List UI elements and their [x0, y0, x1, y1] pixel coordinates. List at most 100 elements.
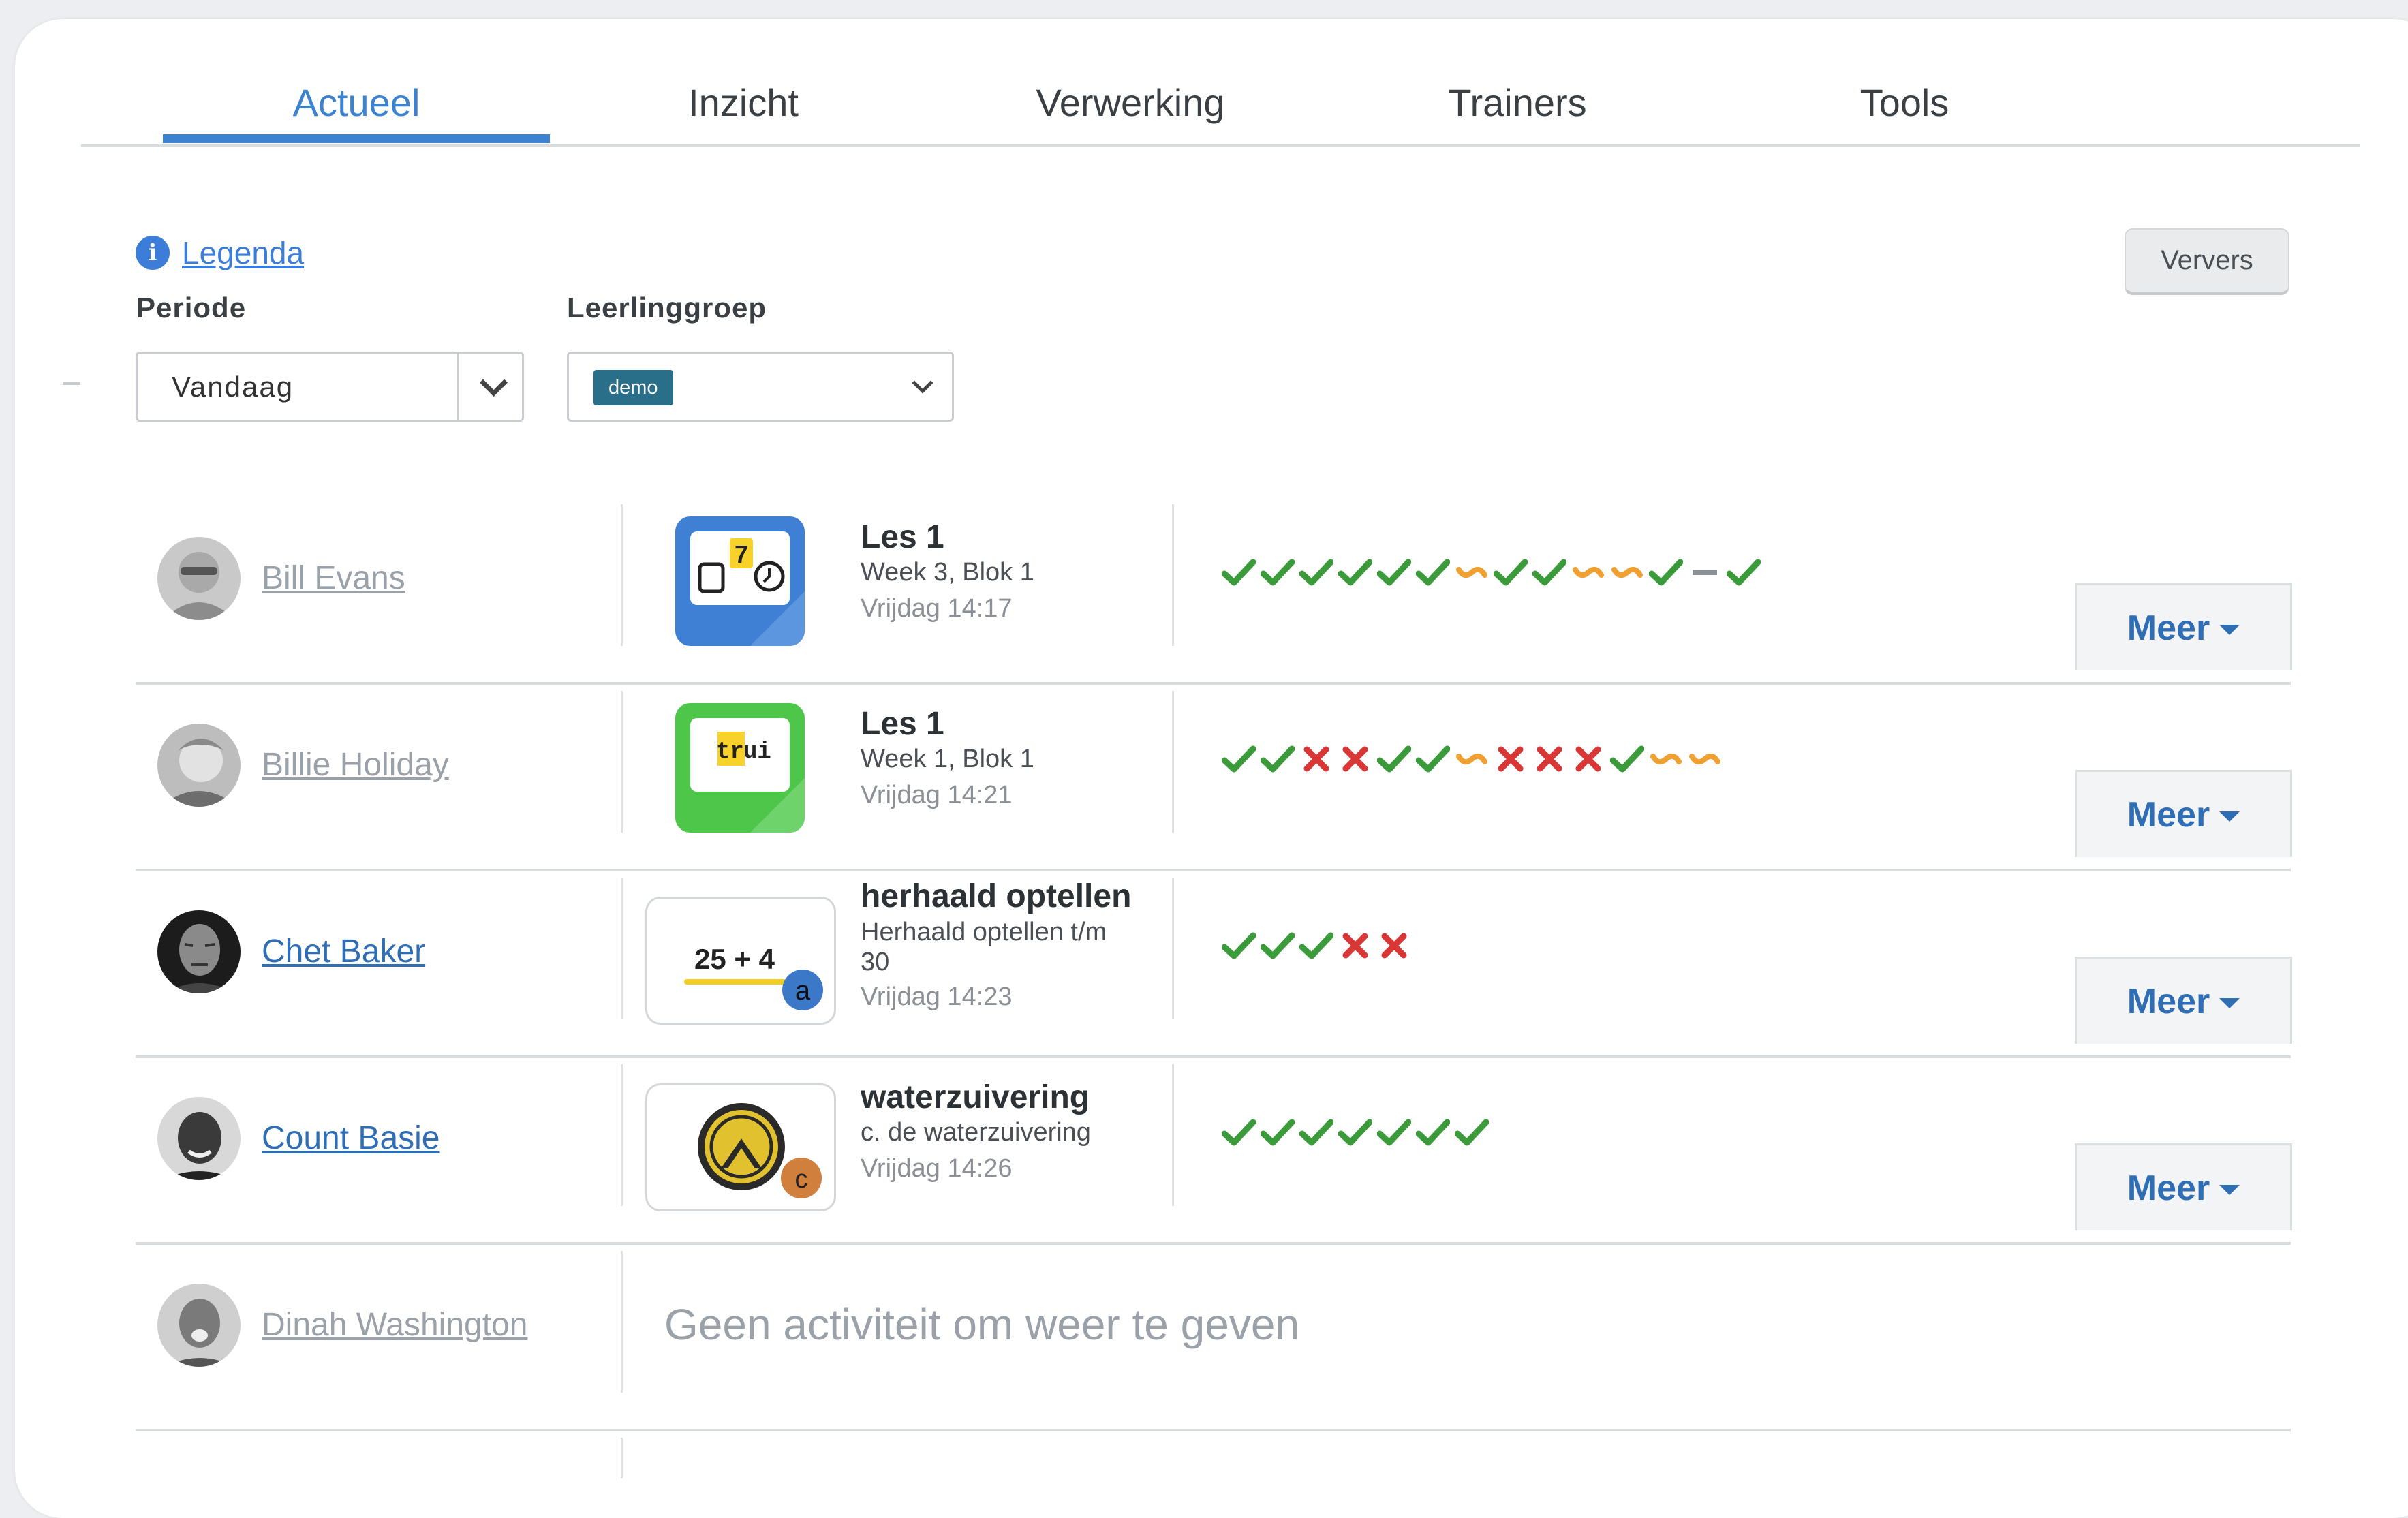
result-marks	[1219, 1112, 1491, 1153]
check-mark-icon	[1452, 1113, 1491, 1151]
student-name-link[interactable]: Count Basie	[262, 1056, 440, 1220]
activity-time: Vrijdag 14:17	[861, 594, 1013, 623]
level-badge-a: a	[795, 976, 811, 1006]
activity-time: Vrijdag 14:26	[861, 1154, 1013, 1183]
check-mark-icon	[1258, 1113, 1297, 1151]
chevron-down-icon[interactable]	[912, 372, 933, 394]
check-mark-icon	[1297, 553, 1336, 591]
caret-down-icon	[2219, 625, 2240, 635]
student-row: Bill Evans 7 Les 1 Week 3, Blok 1 Vrijda…	[136, 496, 2292, 685]
partial-mark-icon	[1646, 740, 1685, 778]
student-row: Count Basie c waterzuivering c. de water…	[136, 1056, 2292, 1245]
partial-mark-icon	[1607, 553, 1646, 591]
empty-activity-message: Geen activiteit om weer te geven	[664, 1300, 1300, 1349]
leerlinggroep-label: Leerlinggroep	[567, 292, 767, 324]
student-name-link[interactable]: Billie Holiday	[262, 683, 449, 846]
result-marks	[1219, 925, 1413, 966]
sum-text: 25 + 4	[694, 943, 775, 975]
check-mark-icon	[1219, 740, 1258, 778]
partial-mark-icon	[1685, 740, 1724, 778]
cross-mark-icon	[1297, 740, 1336, 778]
meer-button[interactable]: Meer	[2075, 957, 2292, 1044]
avatar	[157, 724, 241, 807]
check-mark-icon	[1258, 553, 1297, 591]
column-divider	[621, 1438, 623, 1478]
chevron-down-icon[interactable]	[479, 368, 508, 397]
check-mark-icon	[1336, 1113, 1374, 1151]
student-name-link[interactable]: Bill Evans	[262, 496, 405, 660]
activity-subtitle: Week 1, Blok 1	[861, 745, 1034, 773]
avatar	[157, 1097, 241, 1180]
leerlinggroep-select[interactable]: demo	[567, 352, 954, 422]
meer-button[interactable]: Meer	[2075, 770, 2292, 857]
avatar	[157, 910, 241, 993]
check-mark-icon	[1219, 927, 1258, 965]
cross-mark-icon	[1530, 740, 1569, 778]
cross-mark-icon	[1491, 740, 1530, 778]
skipped-mark-icon	[1685, 553, 1724, 591]
result-marks	[1219, 552, 1763, 593]
activity-subtitle-line1: Herhaald optellen t/m	[861, 918, 1107, 946]
meer-label: Meer	[2127, 608, 2210, 648]
meer-label: Meer	[2127, 1168, 2210, 1208]
column-divider	[621, 1064, 623, 1206]
level-badge-c: c	[795, 1165, 808, 1194]
tunnel-card-icon: c	[645, 1083, 836, 1211]
avatar	[157, 1284, 241, 1367]
periode-select[interactable]: Vandaag	[136, 352, 524, 422]
partial-mark-icon	[1452, 740, 1491, 778]
column-divider	[621, 878, 623, 1019]
caret-down-icon	[2219, 998, 2240, 1008]
legend: i Legenda	[136, 234, 304, 271]
meer-button[interactable]: Meer	[2075, 1143, 2292, 1230]
tab-tools[interactable]: Tools	[1711, 60, 2098, 144]
sum-card-icon: 25 + 4 a	[645, 897, 836, 1025]
check-mark-icon	[1297, 927, 1336, 965]
activity-time: Vrijdag 14:23	[861, 982, 1013, 1011]
activity-title: herhaald optellen	[861, 878, 1132, 914]
column-divider	[1172, 878, 1174, 1019]
check-mark-icon	[1413, 1113, 1452, 1151]
word-part-1: tr	[716, 739, 744, 765]
column-divider	[1172, 504, 1174, 646]
app-icon-number: 7	[735, 540, 748, 568]
activity-title: Les 1	[861, 706, 944, 742]
group-tag: demo	[593, 370, 673, 405]
student-row: Chet Baker 25 + 4 a herhaald optellen He…	[136, 869, 2292, 1058]
column-divider	[1172, 691, 1174, 833]
tab-inzicht[interactable]: Inzicht	[550, 60, 937, 144]
check-mark-icon	[1374, 1113, 1413, 1151]
check-mark-icon	[1530, 553, 1569, 591]
meer-label: Meer	[2127, 794, 2210, 835]
tab-verwerking[interactable]: Verwerking	[937, 60, 1324, 144]
check-mark-icon	[1297, 1113, 1336, 1151]
tab-trainers[interactable]: Trainers	[1324, 60, 1711, 144]
column-divider	[1172, 1064, 1174, 1206]
activity-title: Les 1	[861, 519, 944, 555]
check-mark-icon	[1607, 740, 1646, 778]
avatar	[157, 537, 241, 620]
bus-clock-app-icon: 7	[675, 516, 805, 646]
column-divider	[621, 1251, 623, 1393]
check-mark-icon	[1258, 927, 1297, 965]
student-row: Dinah Washington Geen activiteit om weer…	[136, 1243, 2291, 1431]
refresh-button[interactable]: Ververs	[2125, 228, 2289, 295]
cross-mark-icon	[1569, 740, 1607, 778]
check-mark-icon	[1374, 740, 1413, 778]
activity-time: Vrijdag 14:21	[861, 781, 1013, 809]
result-marks	[1219, 739, 1724, 779]
partial-mark-icon	[1569, 553, 1607, 591]
check-mark-icon	[1258, 740, 1297, 778]
caret-down-icon	[2219, 1185, 2240, 1195]
cross-mark-icon	[1374, 927, 1413, 965]
meer-button[interactable]: Meer	[2075, 583, 2292, 670]
word-part-2: ui	[743, 739, 771, 765]
student-row: Billie Holiday tr ui Les 1 Week 1, Blok …	[136, 683, 2292, 871]
caret-down-icon	[2219, 811, 2240, 822]
tab-actueel[interactable]: Actueel	[163, 60, 550, 144]
legend-link[interactable]: Legenda	[182, 234, 304, 271]
check-mark-icon	[1374, 553, 1413, 591]
student-name-link[interactable]: Chet Baker	[262, 869, 425, 1033]
student-name-link[interactable]: Dinah Washington	[262, 1243, 527, 1406]
activity-subtitle: c. de waterzuivering	[861, 1118, 1091, 1147]
